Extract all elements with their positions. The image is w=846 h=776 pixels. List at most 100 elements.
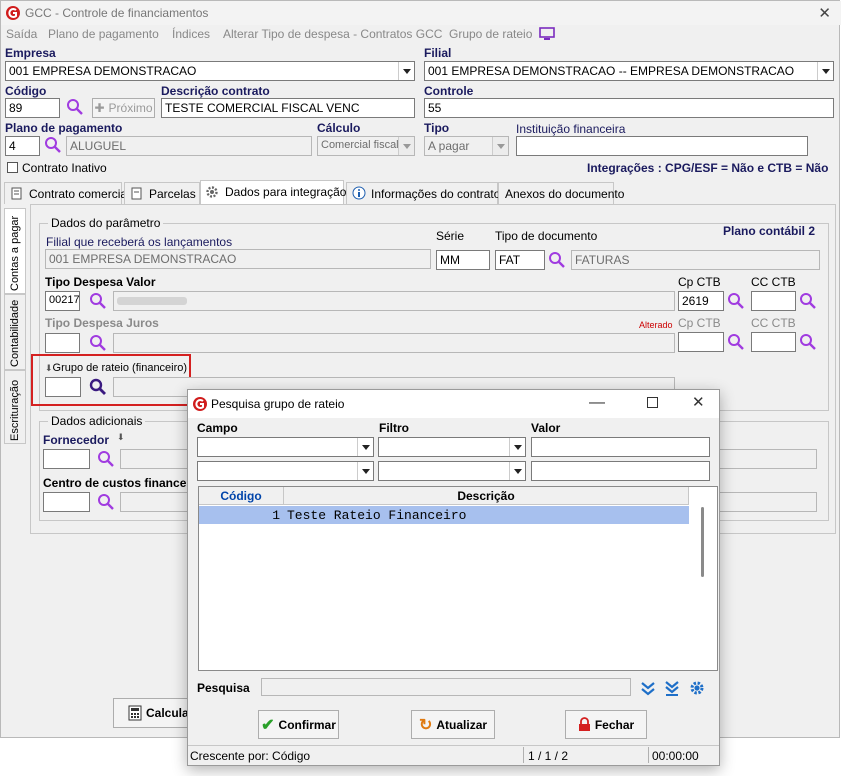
controle-input[interactable]: 55 [424,98,834,118]
alterado-label: Alterado [639,320,673,330]
tab-parcelas[interactable]: Parcelas [124,182,200,204]
menu-saida[interactable]: Saída [6,27,37,41]
chevron-down-icon[interactable] [509,438,525,456]
search-icon[interactable] [799,333,817,351]
chevron-down-icon[interactable] [357,462,373,480]
tab-label: Contrato comercial [29,187,130,201]
pesquisa-input[interactable] [261,678,631,696]
contrato-inativo-label: Contrato Inativo [22,161,107,175]
vtab-label: Escrituração [9,379,21,441]
fornecedor-label: Fornecedor [43,433,110,447]
fechar-button[interactable]: Fechar [565,710,647,739]
search-icon[interactable] [727,292,745,310]
menu-alterar-tipo-despesa[interactable]: Alterar Tipo de despesa - Contratos GCC [223,27,442,41]
plano-contabil-label: Plano contábil 2 [723,224,816,238]
chevron-down-icon[interactable] [398,62,414,80]
empresa-label: Empresa [5,46,56,60]
gear-icon [206,186,218,198]
proximo-button[interactable]: ✚ Próximo [92,98,155,118]
vtab-escrituracao[interactable]: Escrituração [4,370,26,444]
cc-ctb-label: CC CTB [751,275,796,289]
column-header-descricao[interactable]: Descrição [284,487,689,505]
campo-select-1[interactable] [197,437,374,457]
window-title: GCC - Controle de financiamentos [25,6,209,20]
scrollbar[interactable] [689,487,717,670]
tab-informacoes-contrato[interactable]: Informações do contrato [346,182,500,204]
gear-icon[interactable] [689,680,705,696]
search-icon[interactable] [548,251,566,269]
close-icon[interactable]: ✕ [692,393,705,411]
search-icon[interactable] [89,334,107,352]
scroll-to-bottom-icon[interactable] [664,680,680,696]
dialog-title-bar: Pesquisa grupo de rateio — ✕ [188,390,719,418]
atualizar-button[interactable]: ↻ Atualizar [411,710,495,739]
maximize-icon[interactable] [647,397,658,408]
document-icon [11,187,22,200]
fornecedor-code-input[interactable] [43,449,90,469]
tipo-desp-valor-desc-input [113,291,675,311]
search-icon[interactable] [89,292,107,310]
tab-dados-integracao[interactable]: Dados para integração [200,180,347,204]
valor-input-1[interactable] [531,437,710,457]
monitor-icon[interactable] [539,27,555,41]
chevron-down-icon[interactable] [509,462,525,480]
search-icon[interactable] [727,333,745,351]
campo-label: Campo [197,421,238,435]
close-icon[interactable]: ✕ [818,4,831,22]
tipo-desp-valor-label: Tipo Despesa Valor [45,275,156,289]
tipo-doc-code-input[interactable]: FAT [495,250,545,270]
tipo-desp-valor-code-input[interactable]: 00217 [45,291,80,311]
tab-label: Dados para integração [225,185,347,199]
tipo-desp-juros-code-input[interactable] [45,333,80,353]
search-icon[interactable] [44,136,62,154]
tab-contrato-comercial[interactable]: Contrato comercial [4,182,130,204]
menu-plano-pagamento[interactable]: Plano de pagamento [48,27,159,41]
instituicao-label: Instituição financeira [516,122,626,136]
search-icon[interactable] [66,98,84,116]
serie-input[interactable]: MM [436,250,490,270]
menu-indices[interactable]: Índices [172,27,210,41]
contrato-inativo-checkbox[interactable] [7,162,18,173]
grupo-rateio-code-input[interactable] [45,377,81,397]
cp-ctb-input[interactable]: 2619 [678,291,724,311]
cc-ctb-input[interactable] [751,291,796,311]
search-icon[interactable] [89,378,107,396]
vtab-contabilidade[interactable]: Contabilidade [4,294,26,370]
codigo-input[interactable]: 89 [5,98,60,118]
tab-anexos[interactable]: Anexos do documento [498,182,624,204]
confirmar-button[interactable]: ✔ Confirmar [258,710,339,739]
filtro-select-1[interactable] [378,437,526,457]
tipo-doc-desc-input: FATURAS [571,250,820,270]
plano-code-input[interactable]: 4 [5,136,40,156]
cc-ctb2-input[interactable] [751,332,796,352]
filtro-select-2[interactable] [378,461,526,481]
tipo-value: A pagar [428,139,470,153]
cp-ctb2-input[interactable] [678,332,724,352]
instituicao-input[interactable] [516,136,808,156]
filial-select[interactable]: 001 EMPRESA DEMONSTRACAO -- EMPRESA DEMO… [424,61,834,81]
menu-grupo-rateio[interactable]: Grupo de rateio [449,27,532,41]
chevron-down-icon[interactable] [357,438,373,456]
search-icon[interactable] [799,292,817,310]
calculo-value: Comercial fiscal [321,139,399,151]
empresa-select[interactable]: 001 EMPRESA DEMONSTRACAO [5,61,415,81]
app-logo-icon [193,397,207,411]
vtab-label: Contas a pagar [9,215,21,291]
scrollbar-thumb[interactable] [701,507,704,577]
double-chevron-down-icon[interactable] [640,680,656,696]
valor-input-2[interactable] [531,461,710,481]
centro-custos-code-input[interactable] [43,492,90,512]
descricao-input[interactable]: TESTE COMERCIAL FISCAL VENC [161,98,415,118]
confirmar-label: Confirmar [278,717,336,732]
chevron-down-icon[interactable] [817,62,833,80]
search-icon[interactable] [97,493,115,511]
grupo-rateio-text: Grupo de rateio (financeiro) [52,362,188,374]
minimize-icon[interactable]: — [589,394,605,412]
app-logo-icon [6,6,20,20]
column-header-codigo[interactable]: Código [199,487,284,505]
search-icon[interactable] [97,450,115,468]
vtab-contas-pagar[interactable]: Contas a pagar [4,208,26,294]
tipo-label: Tipo [424,121,450,135]
table-row[interactable]: 1 Teste Rateio Financeiro [199,506,689,524]
campo-select-2[interactable] [197,461,374,481]
